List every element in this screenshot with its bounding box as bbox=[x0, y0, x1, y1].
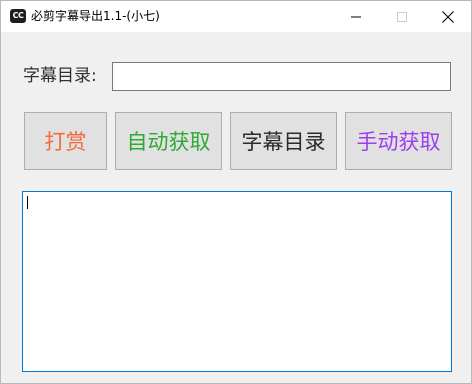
close-icon bbox=[442, 10, 454, 23]
auto-fetch-button[interactable]: 自动获取 bbox=[115, 112, 222, 170]
app-icon: CC bbox=[10, 9, 26, 23]
close-button[interactable] bbox=[425, 1, 471, 32]
minimize-icon bbox=[351, 16, 361, 17]
reward-button[interactable]: 打赏 bbox=[24, 112, 107, 170]
subtitle-dir-button[interactable]: 字幕目录 bbox=[230, 112, 337, 170]
subtitle-dir-button-label: 字幕目录 bbox=[241, 130, 326, 154]
auto-fetch-button-label: 自动获取 bbox=[126, 130, 211, 154]
reward-button-label: 打赏 bbox=[44, 130, 87, 154]
maximize-button bbox=[379, 1, 425, 32]
maximize-icon bbox=[397, 11, 407, 22]
text-caret bbox=[27, 196, 28, 209]
subtitle-dir-label: 字幕目录: bbox=[23, 66, 97, 86]
output-textarea[interactable] bbox=[22, 191, 452, 372]
manual-fetch-button-label: 手动获取 bbox=[356, 130, 441, 154]
subtitle-dir-input[interactable] bbox=[112, 62, 451, 91]
minimize-button[interactable] bbox=[333, 1, 379, 32]
title-bar[interactable]: CC 必剪字幕导出1.1-(小七) bbox=[1, 1, 471, 32]
window-title: 必剪字幕导出1.1-(小七) bbox=[31, 9, 160, 23]
manual-fetch-button[interactable]: 手动获取 bbox=[345, 112, 452, 170]
app-window: CC 必剪字幕导出1.1-(小七) 字幕目录: 打赏 自动获取 字幕目录 手动获 bbox=[0, 0, 472, 384]
